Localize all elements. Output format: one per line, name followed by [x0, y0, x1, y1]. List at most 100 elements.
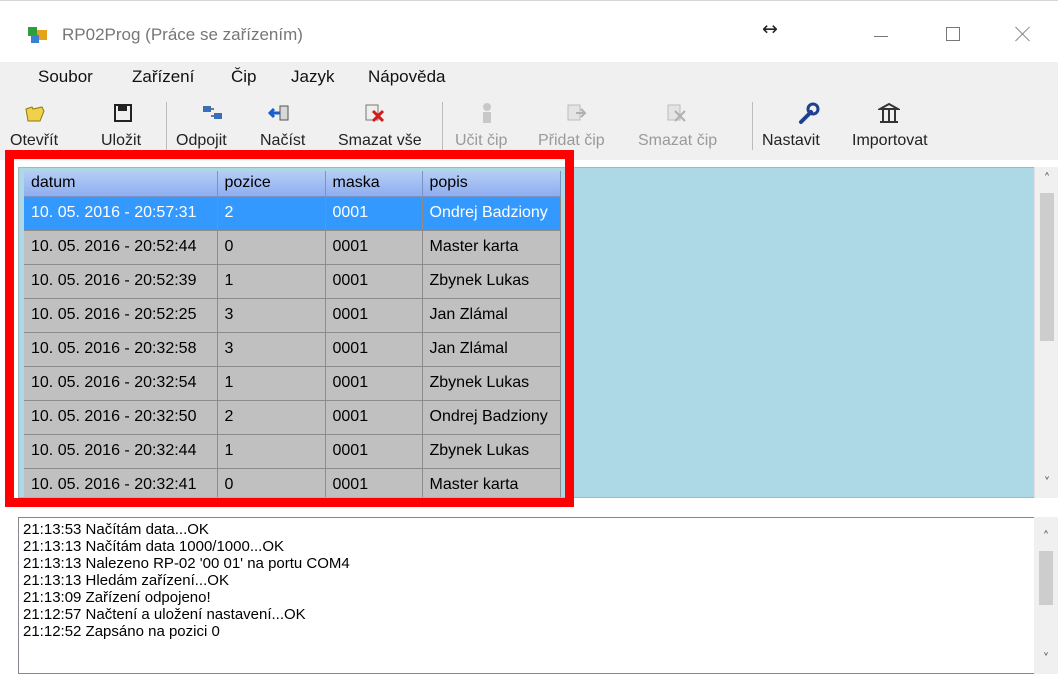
toolbar-separator — [752, 102, 753, 150]
maximize-button[interactable] — [930, 15, 976, 53]
log-scroll-thumb[interactable] — [1039, 551, 1053, 605]
cell-datum: 10. 05. 2016 - 20:32:50 — [24, 400, 218, 435]
scroll-down-icon[interactable]: ˅ — [1034, 649, 1058, 669]
cell-popis: Zbynek Lukas — [422, 264, 561, 299]
import-button[interactable]: Importovat — [852, 98, 952, 156]
cell-popis: Master karta — [422, 468, 561, 497]
wrench-icon — [798, 102, 820, 124]
log-list[interactable]: 21:13:53 Načítám data...OK 21:13:13 Načí… — [18, 517, 1035, 674]
load-button[interactable]: Načíst — [256, 98, 320, 156]
cell-popis: Jan Zlámal — [422, 332, 561, 367]
menu-soubor[interactable]: Soubor — [38, 67, 93, 87]
table-row[interactable]: 10. 05. 2016 - 20:32:58 3 0001 Jan Zláma… — [24, 332, 561, 367]
close-icon — [1015, 26, 1031, 42]
menu-zarizeni[interactable]: Zařízení — [132, 67, 194, 87]
column-header-datum[interactable]: datum — [24, 171, 218, 197]
cell-popis: Zbynek Lukas — [422, 366, 561, 401]
maximize-icon — [946, 27, 960, 41]
close-button[interactable] — [1000, 15, 1046, 53]
log-scrollbar[interactable]: ˄ ˅ — [1034, 517, 1058, 674]
cell-datum: 10. 05. 2016 - 20:52:44 — [24, 230, 218, 265]
cell-maska: 0001 — [325, 332, 423, 367]
table-row[interactable]: 10. 05. 2016 - 20:57:31 2 0001 Ondrej Ba… — [24, 196, 561, 231]
column-header-maska[interactable]: maska — [325, 171, 423, 197]
teach-chip-button[interactable]: Učit čip — [452, 98, 524, 156]
cell-maska: 0001 — [325, 434, 423, 469]
grid-header-row: datum pozice maska popis — [24, 171, 561, 197]
save-button[interactable]: Uložit — [74, 98, 141, 156]
window-title: RP02Prog (Práce se zařízením) — [62, 25, 303, 44]
cell-popis: Ondrej Badziony — [422, 196, 561, 231]
settings-button[interactable]: Nastavit — [762, 98, 842, 156]
cell-maska: 0001 — [325, 230, 423, 265]
table-row[interactable]: 10. 05. 2016 - 20:52:44 0 0001 Master ka… — [24, 230, 561, 265]
cell-popis: Ondrej Badziony — [422, 400, 561, 435]
cell-maska: 0001 — [325, 264, 423, 299]
save-disk-icon — [112, 102, 134, 124]
cell-datum: 10. 05. 2016 - 20:52:39 — [24, 264, 218, 299]
cell-datum: 10. 05. 2016 - 20:32:41 — [24, 468, 218, 497]
cell-pozice: 1 — [217, 264, 326, 299]
table-row[interactable]: 10. 05. 2016 - 20:32:44 1 0001 Zbynek Lu… — [24, 434, 561, 469]
load-arrow-icon — [268, 102, 290, 124]
cell-datum: 10. 05. 2016 - 20:32:54 — [24, 366, 218, 401]
cell-maska: 0001 — [325, 196, 423, 231]
cell-pozice: 3 — [217, 298, 326, 333]
folder-open-icon — [24, 102, 46, 124]
cell-pozice: 3 — [217, 332, 326, 367]
menu-bar: Soubor Zařízení Čip Jazyk Nápověda — [0, 62, 1058, 92]
menu-jazyk[interactable]: Jazyk — [291, 67, 334, 87]
log-line: 21:12:52 Zapsáno na pozici 0 — [23, 623, 220, 640]
log-line: 21:12:57 Načtení a uložení nastavení...O… — [23, 606, 306, 623]
delete-all-button[interactable]: Smazat vše — [332, 98, 432, 156]
delete-chip-button[interactable]: Smazat čip — [638, 98, 730, 156]
add-chip-button[interactable]: Přidat čip — [538, 98, 624, 156]
table-row[interactable]: 10. 05. 2016 - 20:32:50 2 0001 Ondrej Ba… — [24, 400, 561, 435]
cell-popis: Master karta — [422, 230, 561, 265]
scroll-up-icon[interactable]: ˄ — [1034, 527, 1058, 547]
cell-pozice: 1 — [217, 366, 326, 401]
cell-pozice: 1 — [217, 434, 326, 469]
table-row[interactable]: 10. 05. 2016 - 20:52:39 1 0001 Zbynek Lu… — [24, 264, 561, 299]
cell-pozice: 0 — [217, 468, 326, 497]
scroll-up-icon[interactable]: ˄ — [1035, 169, 1058, 189]
records-table: datum pozice maska popis 10. 05. 2016 - … — [24, 171, 561, 497]
cell-maska: 0001 — [325, 298, 423, 333]
log-line: 21:13:09 Zařízení odpojeno! — [23, 589, 211, 606]
log-line: 21:13:13 Hledám zařízení...OK — [23, 572, 229, 589]
cell-datum: 10. 05. 2016 - 20:32:44 — [24, 434, 218, 469]
log-line: 21:13:13 Načítám data 1000/1000...OK — [23, 538, 285, 555]
cell-maska: 0001 — [325, 468, 423, 497]
toolbar: Otevřít Uložit Odpojit Načíst Smazat vše… — [0, 92, 1058, 160]
cell-datum: 10. 05. 2016 - 20:52:25 — [24, 298, 218, 333]
open-button[interactable]: Otevřít — [10, 98, 72, 156]
table-row[interactable]: 10. 05. 2016 - 20:52:25 3 0001 Jan Zláma… — [24, 298, 561, 333]
teach-chip-icon — [476, 102, 498, 124]
app-icon — [28, 27, 48, 43]
cell-maska: 0001 — [325, 366, 423, 401]
table-row[interactable]: 10. 05. 2016 - 20:32:54 1 0001 Zbynek Lu… — [24, 366, 561, 401]
cell-pozice: 2 — [217, 196, 326, 231]
delete-chip-icon — [666, 102, 688, 124]
cell-datum: 10. 05. 2016 - 20:32:58 — [24, 332, 218, 367]
menu-cip[interactable]: Čip — [231, 67, 257, 87]
column-header-pozice[interactable]: pozice — [217, 171, 326, 197]
disconnect-button[interactable]: Odpojit — [176, 98, 250, 156]
grid-scroll-thumb[interactable] — [1040, 193, 1054, 341]
cell-pozice: 0 — [217, 230, 326, 265]
disconnect-icon — [202, 102, 224, 124]
table-row[interactable]: 10. 05. 2016 - 20:32:41 0 0001 Master ka… — [24, 468, 561, 497]
minimize-icon — [874, 35, 888, 37]
minimize-button[interactable] — [858, 15, 904, 53]
title-bar: RP02Prog (Práce se zařízením) ↔ — [0, 0, 1058, 62]
menu-napoveda[interactable]: Nápověda — [368, 67, 446, 87]
column-header-popis[interactable]: popis — [422, 171, 561, 197]
import-icon — [878, 102, 900, 124]
records-grid[interactable]: datum pozice maska popis 10. 05. 2016 - … — [18, 167, 1035, 498]
cell-pozice: 2 — [217, 400, 326, 435]
grid-scrollbar[interactable]: ˄ ˅ — [1034, 167, 1058, 498]
log-line: 21:13:13 Nalezeno RP-02 '00 01' na portu… — [23, 555, 350, 572]
cell-maska: 0001 — [325, 400, 423, 435]
toolbar-separator — [442, 102, 443, 150]
scroll-down-icon[interactable]: ˅ — [1035, 473, 1058, 493]
